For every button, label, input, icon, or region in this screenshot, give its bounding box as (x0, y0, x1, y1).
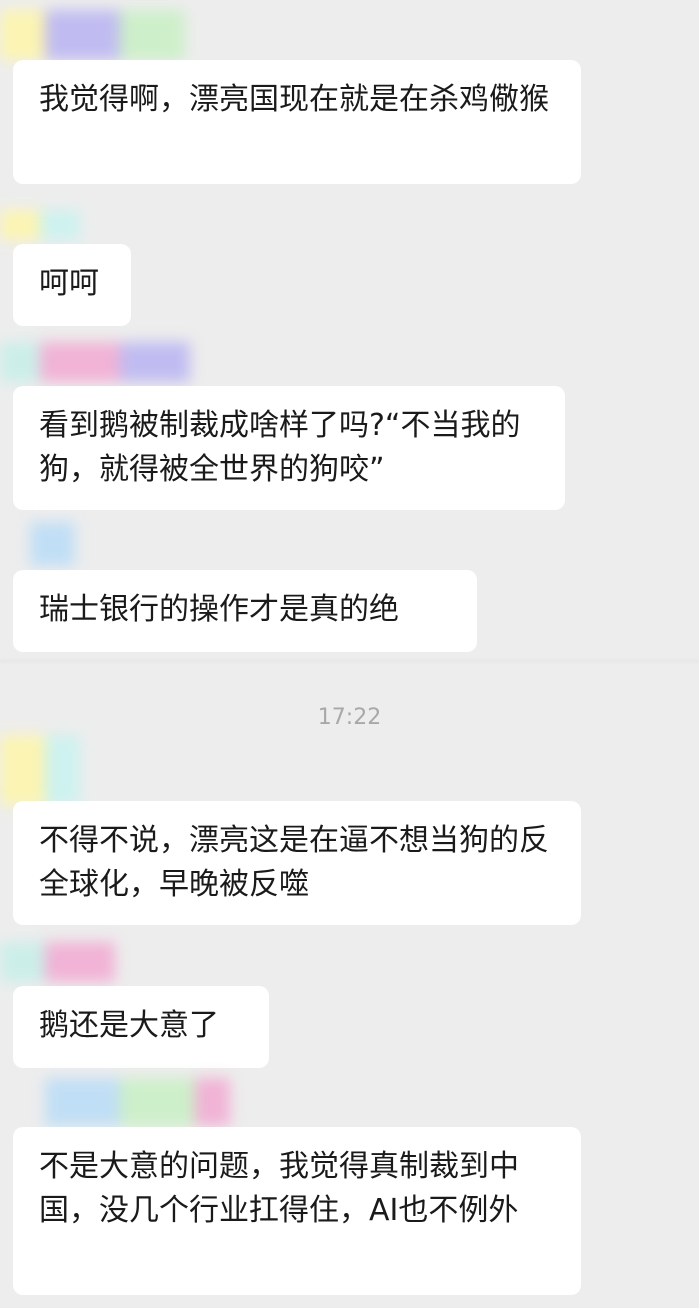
message-bubble[interactable]: 不得不说，漂亮这是在逼不想当狗的反全球化，早晚被反噬 (13, 801, 581, 925)
message-bubble[interactable]: 呵呵 (13, 244, 131, 326)
timestamp: 17:22 (317, 705, 382, 730)
message-text: 我觉得啊，漂亮国现在就是在杀鸡儆猴 (39, 82, 549, 117)
sender-name-redacted (30, 1078, 235, 1126)
sender-name-redacted (30, 522, 75, 566)
chat-screen: { "messages": [ {"text": "我觉得啊，漂亮国现在就是在杀… (0, 0, 699, 1308)
message-bubble[interactable]: 我觉得啊，漂亮国现在就是在杀鸡儆猴 (13, 60, 581, 184)
sender-name-redacted (0, 210, 80, 240)
message-bubble[interactable]: 不是大意的问题，我觉得真制裁到中国，没几个行业扛得住，AI也不例外 (13, 1127, 581, 1295)
sender-name-redacted (0, 10, 190, 60)
message-text: 瑞士银行的操作才是真的绝 (39, 592, 399, 627)
divider (0, 660, 699, 662)
sender-name-redacted (0, 942, 120, 982)
message-bubble[interactable]: 瑞士银行的操作才是真的绝 (13, 570, 477, 652)
message-bubble[interactable]: 鹅还是大意了 (13, 986, 269, 1068)
message-text: 呵呵 (39, 266, 99, 301)
message-text: 不是大意的问题，我觉得真制裁到中国，没几个行业扛得住，AI也不例外 (39, 1149, 519, 1228)
message-bubble[interactable]: 看到鹅被制裁成啥样了吗?“不当我的狗，就得被全世界的狗咬” (13, 386, 565, 510)
sender-name-redacted (0, 342, 195, 382)
message-text: 不得不说，漂亮这是在逼不想当狗的反全球化，早晚被反噬 (39, 823, 549, 902)
sender-name-redacted (0, 735, 80, 805)
message-text: 鹅还是大意了 (39, 1008, 219, 1043)
message-text: 看到鹅被制裁成啥样了吗?“不当我的狗，就得被全世界的狗咬” (39, 408, 521, 487)
